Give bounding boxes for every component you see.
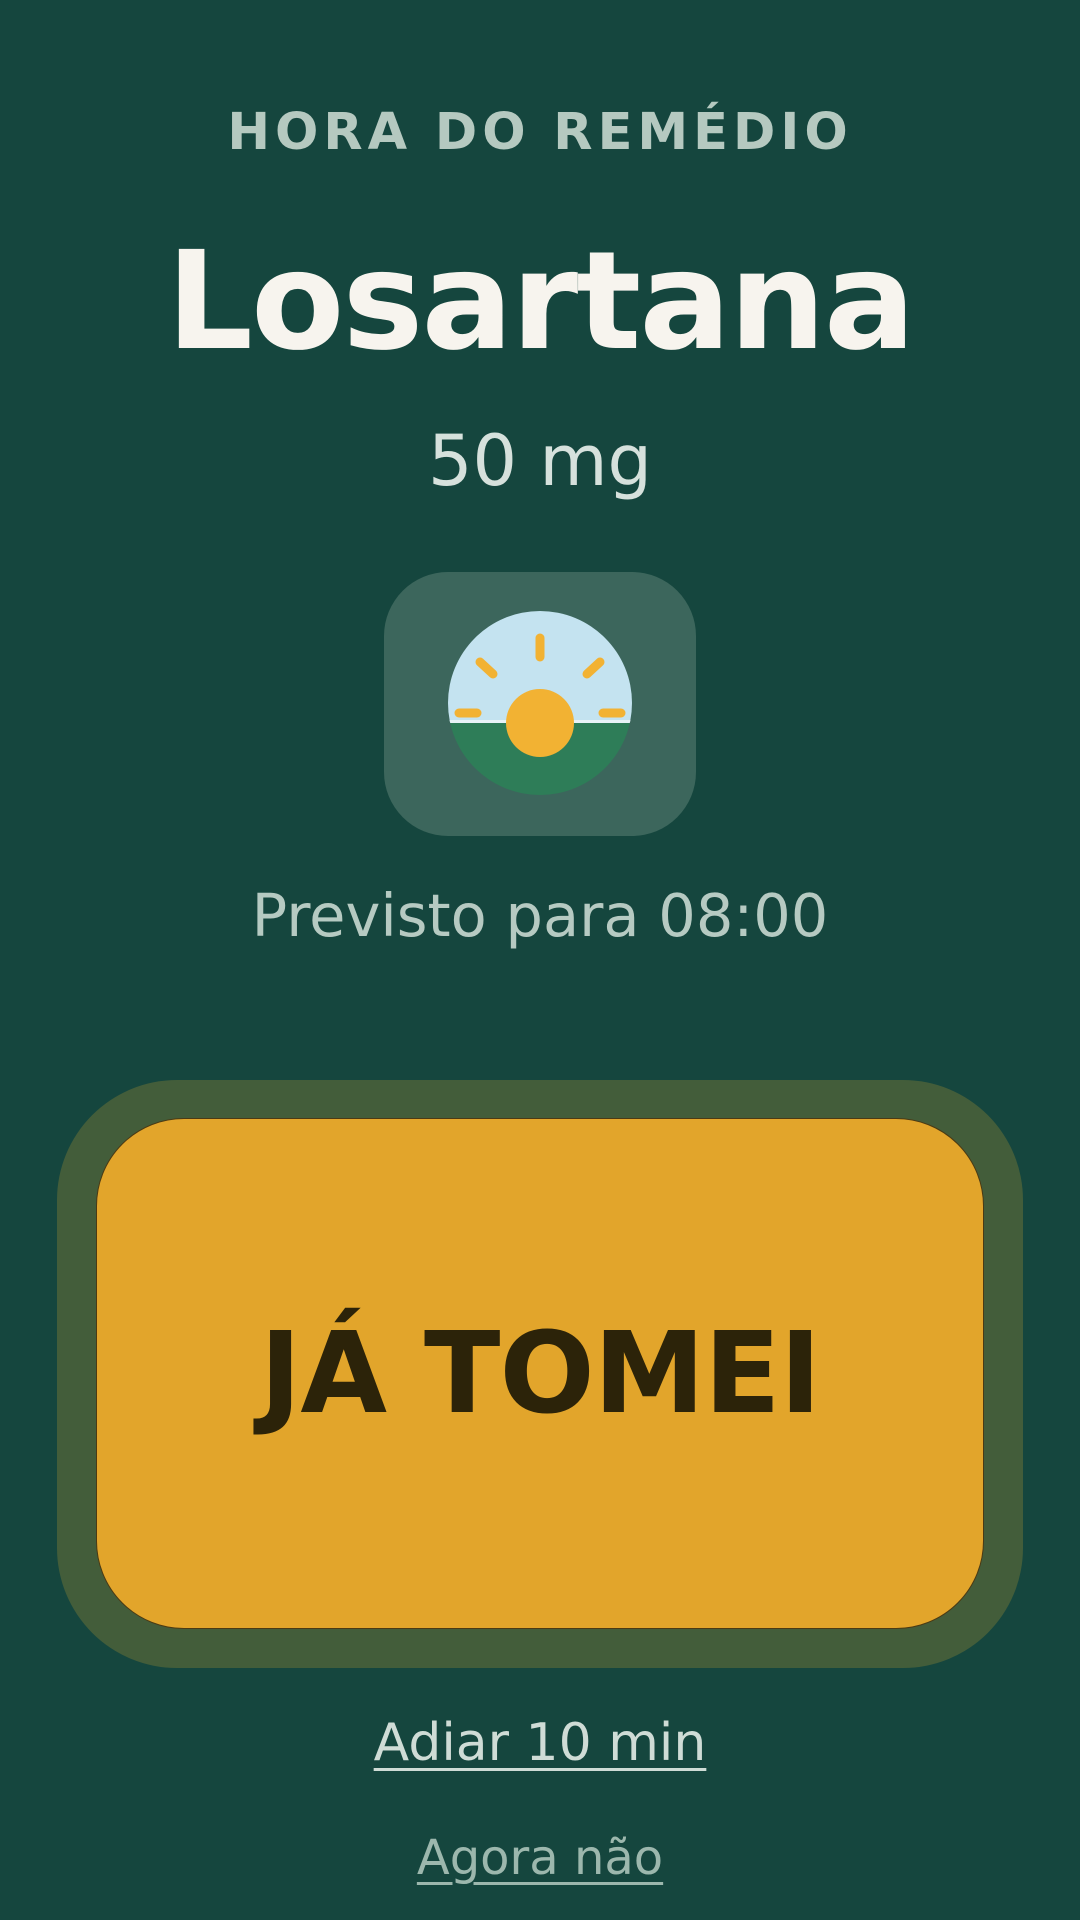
snooze-link[interactable]: Adiar 10 min: [0, 1708, 1080, 1778]
reminder-eyebrow: HORA DO REMÉDIO: [227, 103, 853, 162]
dismiss-label[interactable]: Agora não: [417, 1830, 663, 1886]
sunrise-icon: [448, 611, 632, 795]
medication-name: Losartana: [166, 223, 915, 381]
dismiss-link[interactable]: Agora não: [0, 1826, 1080, 1890]
scheduled-time: Previsto para 08:00: [251, 881, 829, 950]
medication-dose: 50 mg: [428, 420, 652, 502]
snooze-label[interactable]: Adiar 10 min: [374, 1713, 707, 1773]
confirm-taken-label: JÁ TOMEI: [259, 1308, 822, 1439]
confirm-taken-button[interactable]: JÁ TOMEI: [96, 1118, 984, 1629]
period-icon-tile: [384, 572, 696, 836]
medication-reminder-screen: HORA DO REMÉDIO Losartana 50 mg Previsto…: [0, 0, 1080, 1920]
